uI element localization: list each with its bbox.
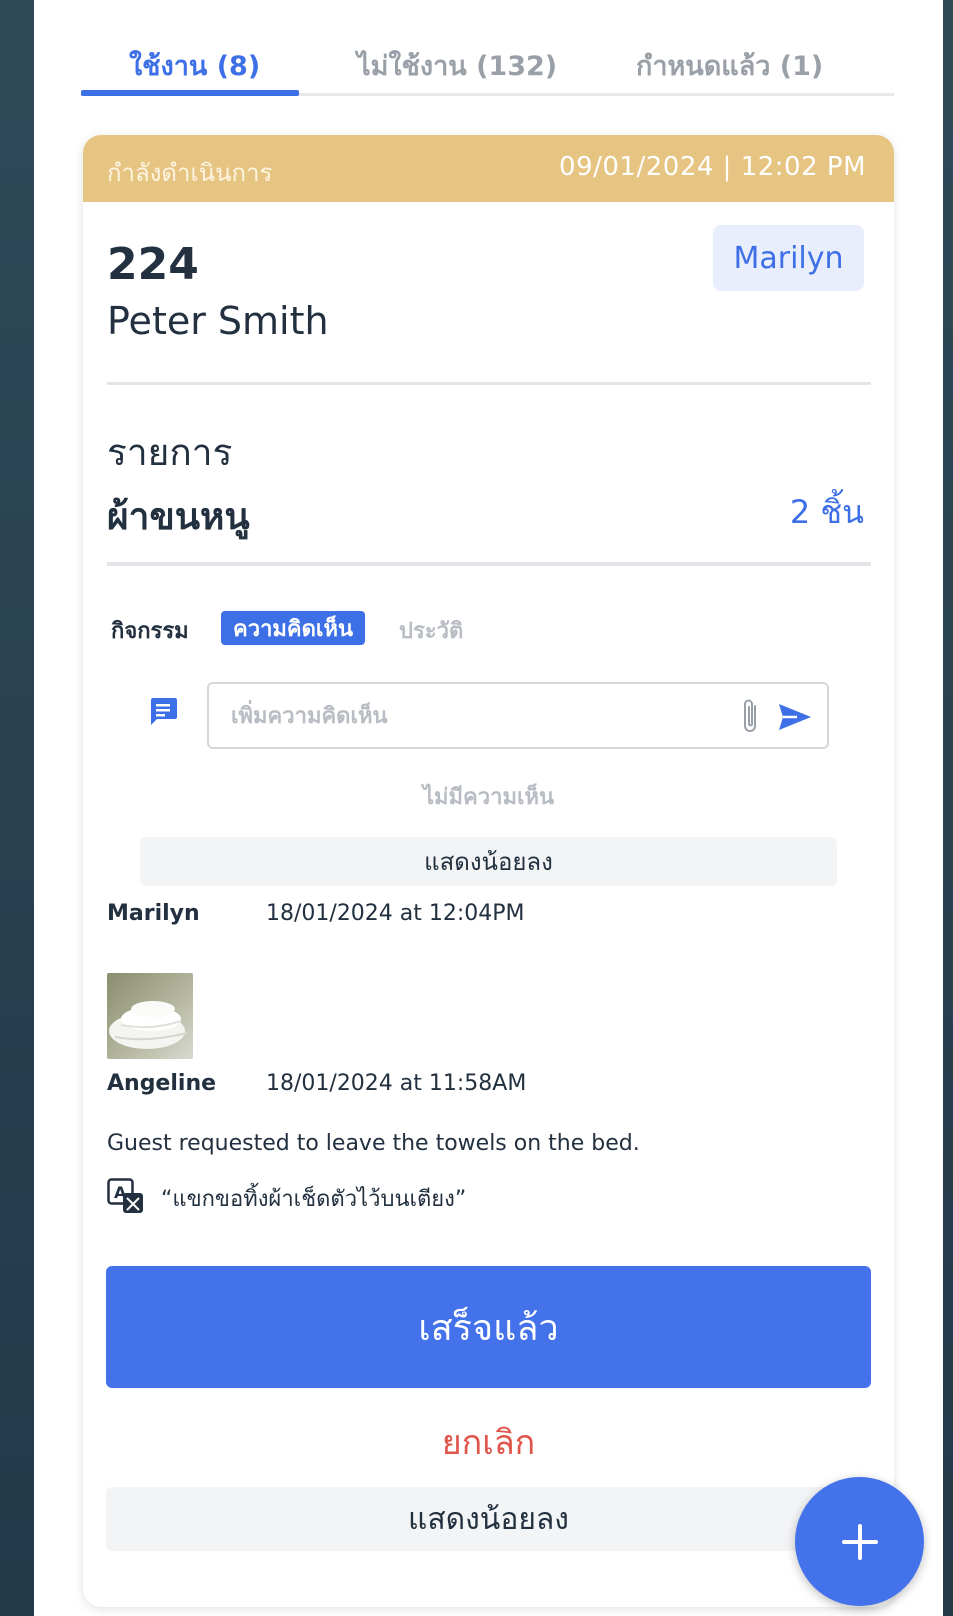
task-datetime: 09/01/2024 | 12:02 PM (559, 152, 866, 182)
comment-input[interactable] (231, 698, 711, 734)
comment-field (207, 682, 829, 749)
assignee-badge[interactable]: Marilyn (713, 225, 864, 291)
translate-icon[interactable]: A (107, 1178, 145, 1214)
comment-text: Guest requested to leave the towels on t… (107, 1131, 640, 1156)
show-less-button[interactable]: แสดงน้อยลง (140, 837, 837, 886)
item-quantity: 2 ชิ้น (789, 493, 864, 531)
comment-author: Marilyn (107, 901, 200, 926)
divider (107, 382, 871, 385)
guest-name: Peter Smith (107, 299, 329, 343)
paperclip-icon[interactable] (739, 696, 763, 736)
done-button[interactable]: เสร็จแล้ว (106, 1266, 871, 1388)
status-label: กำลังดำเนินการ (107, 159, 273, 187)
comment-time: 18/01/2024 at 11:58AM (266, 1071, 527, 1096)
active-tab-indicator (81, 90, 299, 96)
items-label: รายการ (107, 431, 233, 474)
send-icon[interactable] (777, 702, 813, 732)
tab-inactive[interactable]: ไม่ใช้งาน (132) (357, 44, 557, 87)
comment-photo-thumbnail[interactable] (107, 973, 193, 1059)
no-comments-text: ไม่มีความเห็น (422, 785, 555, 810)
plus-icon (841, 1523, 878, 1560)
divider (107, 562, 871, 566)
show-less-button[interactable]: แสดงน้อยลง (106, 1487, 871, 1551)
task-card: กำลังดำเนินการ 09/01/2024 | 12:02 PM 224… (83, 135, 894, 1607)
activity-label: กิจกรรม (111, 619, 189, 644)
comment-author: Angeline (107, 1071, 217, 1096)
tab-history[interactable]: ประวัติ (399, 613, 463, 648)
add-button[interactable] (795, 1477, 924, 1606)
item-name: ผ้าขนหนู (107, 495, 250, 538)
room-number: 224 (107, 239, 199, 290)
comment-icon (151, 698, 177, 725)
tab-comments[interactable]: ความคิดเห็น (221, 611, 365, 645)
status-tabs: ใช้งาน (8) ไม่ใช้งาน (132) กำหนดแล้ว (1) (81, 0, 894, 96)
card-status-header: กำลังดำเนินการ 09/01/2024 | 12:02 PM (83, 135, 894, 202)
comment-translation: “แขกขอทิ้งผ้าเช็ดตัวไว้บนเตียง” (161, 1187, 467, 1212)
comment-time: 18/01/2024 at 12:04PM (266, 901, 525, 926)
tab-assigned[interactable]: กำหนดแล้ว (1) (636, 44, 823, 87)
tab-active[interactable]: ใช้งาน (8) (129, 44, 260, 87)
cancel-button[interactable]: ยกเลิก (83, 1415, 894, 1469)
